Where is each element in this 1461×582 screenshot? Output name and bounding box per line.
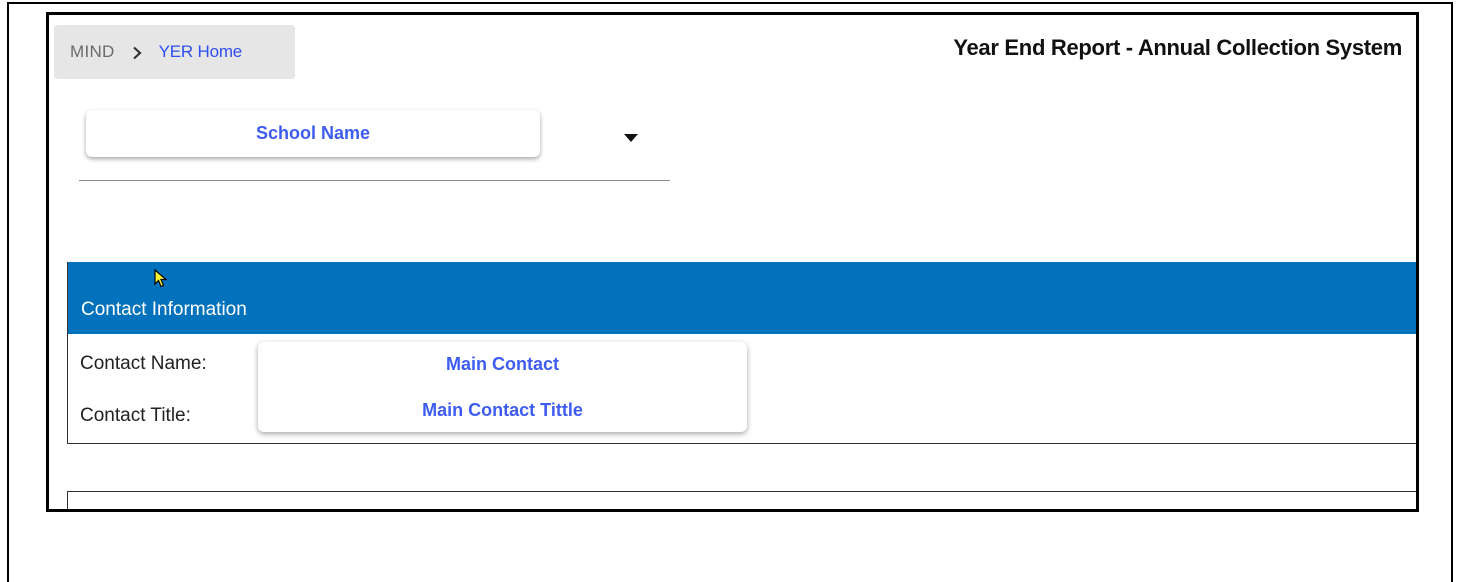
caret-down-icon[interactable] [623, 130, 639, 142]
contact-title-label: Contact Title: [80, 405, 191, 426]
section-header: Contact Information [68, 262, 1416, 334]
breadcrumb-root[interactable]: MIND [70, 42, 115, 62]
app-window: MIND YER Home Year End Report - Annual C… [46, 12, 1419, 512]
contact-title-value[interactable]: Main Contact Tittle [258, 400, 747, 421]
next-section [67, 491, 1416, 509]
contact-information-section: Contact Information Contact Name: Contac… [67, 262, 1416, 444]
contact-card: Main Contact Main Contact Tittle [258, 342, 747, 432]
breadcrumb-yer-home-link[interactable]: YER Home [159, 42, 243, 62]
page-title: Year End Report - Annual Collection Syst… [953, 35, 1402, 60]
mouse-cursor-icon [154, 268, 170, 289]
chevron-right-icon [131, 45, 143, 60]
school-name-select[interactable]: School Name [79, 110, 670, 181]
contact-name-label: Contact Name: [80, 353, 207, 374]
breadcrumb: MIND YER Home [54, 25, 295, 79]
school-name-value[interactable]: School Name [86, 110, 540, 157]
contact-name-value[interactable]: Main Contact [258, 354, 747, 375]
